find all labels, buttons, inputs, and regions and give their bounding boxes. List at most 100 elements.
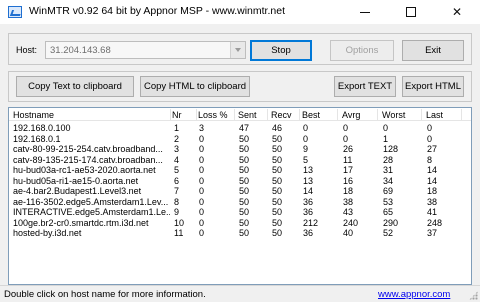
cell-recv: 50 bbox=[272, 196, 283, 207]
cell-best: 36 bbox=[303, 196, 314, 207]
col-nr[interactable]: Nr bbox=[172, 110, 182, 120]
cell-nr: 7 bbox=[174, 186, 180, 196]
cell-recv: 50 bbox=[272, 144, 283, 154]
cell-nr: 11 bbox=[174, 228, 184, 238]
options-button[interactable]: Options bbox=[330, 40, 394, 61]
cell-worst: 290 bbox=[383, 217, 399, 228]
cell-avrg: 18 bbox=[343, 186, 354, 196]
cell-avrg: 0 bbox=[343, 133, 349, 144]
resize-grip[interactable] bbox=[469, 291, 478, 300]
cell-nr: 10 bbox=[174, 217, 185, 228]
col-worst[interactable]: Worst bbox=[382, 110, 405, 120]
stop-button[interactable]: Stop bbox=[250, 40, 312, 61]
cell-loss: 0 bbox=[199, 228, 205, 238]
table-row[interactable]: catv-80-99-215-254.catv.broadband... 3 0 50… bbox=[9, 144, 471, 155]
col-last[interactable]: Last bbox=[426, 110, 443, 120]
col-avrg[interactable]: Avrg bbox=[342, 110, 360, 120]
close-button[interactable]: ✕ bbox=[434, 0, 480, 24]
cell-hostname: INTERACTIVE.edge5.Amsterdam1.Le... bbox=[13, 207, 170, 217]
cell-sent: 50 bbox=[239, 165, 250, 175]
cell-sent: 50 bbox=[239, 217, 250, 228]
appnor-link[interactable]: www.appnor.com bbox=[378, 289, 450, 300]
col-loss[interactable]: Loss % bbox=[198, 110, 228, 120]
cell-sent: 50 bbox=[239, 154, 250, 165]
table-row[interactable]: 192.168.0.100 1 3 47 46 0 0 0 0 bbox=[9, 123, 471, 134]
cell-worst: 0 bbox=[383, 123, 389, 133]
cell-sent: 50 bbox=[239, 133, 250, 144]
cell-nr: 3 bbox=[174, 144, 180, 154]
table-row[interactable]: ae-4.bar2.Budapest1.Level3.net 7 0 50 50 14 18… bbox=[9, 186, 471, 197]
copy-text-button[interactable]: Copy Text to clipboard bbox=[16, 76, 134, 97]
cell-last: 38 bbox=[427, 196, 438, 207]
cell-loss: 0 bbox=[199, 217, 205, 228]
cell-last: 0 bbox=[427, 123, 433, 133]
cell-recv: 50 bbox=[272, 175, 283, 186]
cell-last: 41 bbox=[427, 207, 438, 217]
cell-loss: 0 bbox=[199, 133, 205, 144]
close-icon: ✕ bbox=[451, 5, 463, 19]
cell-avrg: 16 bbox=[343, 175, 354, 186]
cell-recv: 50 bbox=[272, 217, 283, 228]
cell-recv: 50 bbox=[272, 133, 283, 144]
table-row[interactable]: hu-bud03a-rc1-ae53-2020.aorta.net 5 0 50 50 1… bbox=[9, 165, 471, 176]
results-table[interactable]: Hostname Nr Loss % Sent Recv Best Avrg W… bbox=[8, 107, 472, 285]
cell-avrg: 240 bbox=[343, 217, 359, 228]
cell-hostname: catv-80-99-215-254.catv.broadband... bbox=[13, 144, 163, 154]
col-sent[interactable]: Sent bbox=[238, 110, 257, 120]
cell-recv: 50 bbox=[272, 228, 283, 238]
cell-last: 27 bbox=[427, 144, 438, 154]
cell-best: 0 bbox=[303, 133, 309, 144]
status-text: Double click on host name for more infor… bbox=[4, 289, 206, 300]
host-input[interactable]: 31.204.143.68 bbox=[45, 41, 246, 59]
cell-worst: 1 bbox=[383, 133, 389, 144]
col-recv[interactable]: Recv bbox=[271, 110, 292, 120]
cell-loss: 0 bbox=[199, 196, 205, 207]
col-hostname[interactable]: Hostname bbox=[13, 110, 54, 120]
cell-nr: 6 bbox=[174, 175, 180, 186]
cell-avrg: 40 bbox=[343, 228, 354, 238]
cell-worst: 34 bbox=[383, 175, 394, 186]
cell-best: 36 bbox=[303, 228, 314, 238]
app-icon bbox=[8, 6, 22, 18]
cell-nr: 2 bbox=[174, 133, 180, 144]
cell-worst: 128 bbox=[383, 144, 399, 154]
cell-recv: 50 bbox=[272, 165, 283, 175]
cell-nr: 4 bbox=[174, 154, 180, 165]
minimize-button[interactable] bbox=[342, 0, 388, 24]
table-row[interactable]: 100ge.br2-cr0.smartdc.rtm.i3d.net 10 0 50 50… bbox=[9, 218, 471, 229]
copy-html-button[interactable]: Copy HTML to clipboard bbox=[140, 76, 250, 97]
exit-button[interactable]: Exit bbox=[402, 40, 464, 61]
export-text-button[interactable]: Export TEXT bbox=[334, 76, 396, 97]
export-html-button[interactable]: Export HTML bbox=[402, 76, 464, 97]
cell-worst: 52 bbox=[383, 228, 394, 238]
cell-nr: 9 bbox=[174, 207, 180, 217]
table-header: Hostname Nr Loss % Sent Recv Best Avrg W… bbox=[9, 108, 471, 121]
table-row[interactable]: 192.168.0.1 2 0 50 50 0 0 1 0 bbox=[9, 134, 471, 145]
maximize-button[interactable] bbox=[388, 0, 434, 24]
cell-avrg: 11 bbox=[343, 154, 353, 165]
cell-hostname: hu-bud03a-rc1-ae53-2020.aorta.net bbox=[13, 165, 156, 175]
cell-avrg: 26 bbox=[343, 144, 354, 154]
table-row[interactable]: hu-bud05a-ri1-ae15-0.aorta.net 6 0 50 50 13 16… bbox=[9, 176, 471, 187]
cell-hostname: ae-116-3502.edge5.Amsterdam1.Lev... bbox=[13, 196, 169, 207]
cell-worst: 53 bbox=[383, 196, 394, 207]
table-row[interactable]: ae-116-3502.edge5.Amsterdam1.Lev... 8 0 50 5… bbox=[9, 197, 471, 208]
cell-worst: 28 bbox=[383, 154, 394, 165]
cell-loss: 0 bbox=[199, 144, 205, 154]
window-title: WinMTR v0.92 64 bit by Appnor MSP - www.… bbox=[29, 5, 285, 17]
maximize-icon bbox=[406, 7, 416, 17]
cell-loss: 0 bbox=[199, 175, 205, 186]
cell-last: 18 bbox=[427, 186, 438, 196]
cell-loss: 0 bbox=[199, 154, 205, 165]
table-row[interactable]: hosted-by.i3d.net 11 0 50 50 36 40 52 37 bbox=[9, 228, 471, 239]
host-dropdown-button[interactable] bbox=[230, 42, 245, 58]
table-row[interactable]: INTERACTIVE.edge5.Amsterdam1.Le... 9 0 50 50… bbox=[9, 207, 471, 218]
cell-hostname: 100ge.br2-cr0.smartdc.rtm.i3d.net bbox=[13, 217, 149, 228]
cell-best: 14 bbox=[303, 186, 314, 196]
cell-best: 36 bbox=[303, 207, 314, 217]
cell-best: 212 bbox=[303, 217, 319, 228]
col-best[interactable]: Best bbox=[302, 110, 320, 120]
table-row[interactable]: catv-89-135-215-174.catv.broadban... 4 0 50… bbox=[9, 155, 471, 166]
cell-loss: 0 bbox=[199, 165, 205, 175]
cell-recv: 50 bbox=[272, 207, 283, 217]
